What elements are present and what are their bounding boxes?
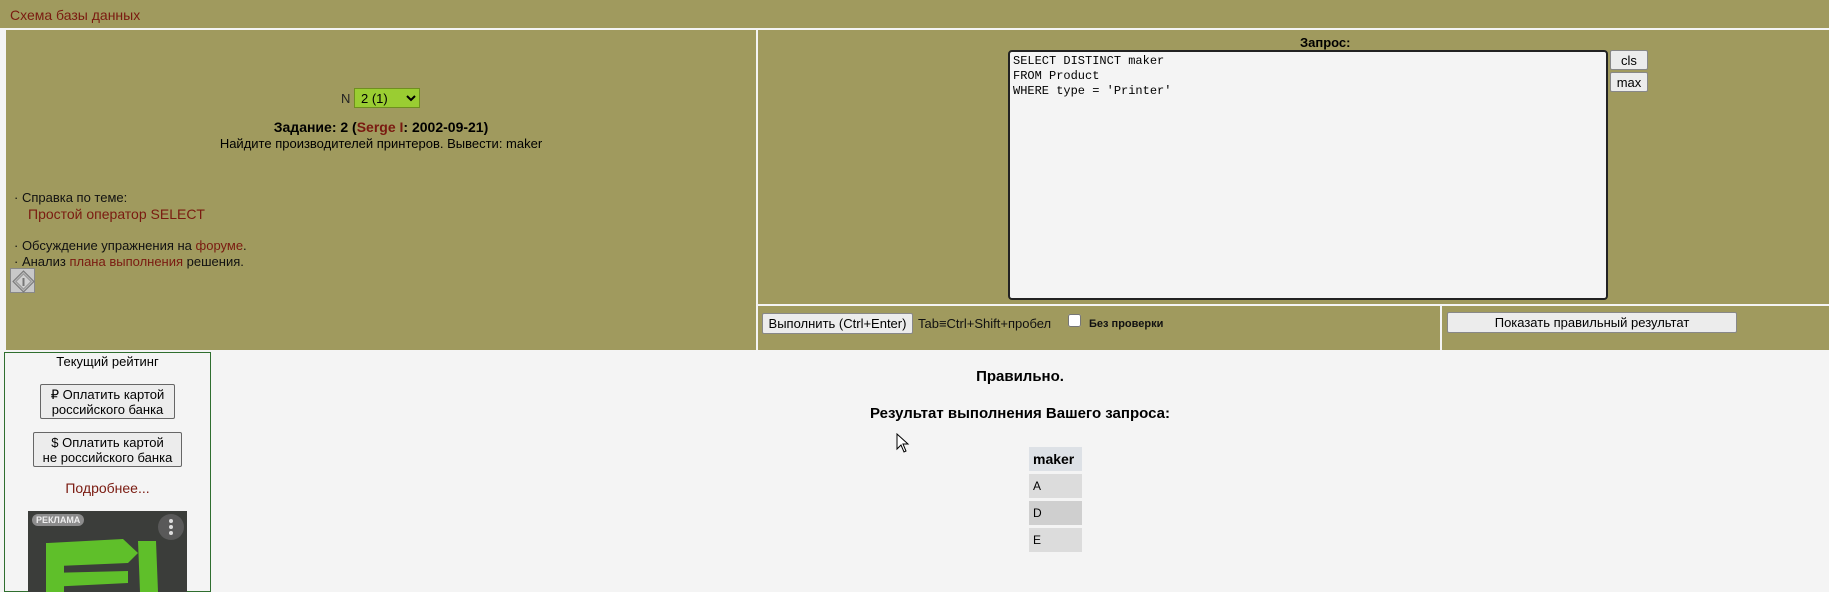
ad-badge: РЕКЛАМА [32, 514, 85, 526]
sql-query-editor[interactable]: SELECT DISTINCT maker FROM Product WHERE… [1008, 50, 1608, 300]
table-row: E [1029, 528, 1082, 552]
table-row: D [1029, 501, 1082, 525]
more-info-link[interactable]: Подробнее... [4, 480, 211, 496]
forum-link[interactable]: форуме [196, 238, 244, 253]
more-vertical-icon[interactable] [158, 514, 184, 540]
help-topic-link[interactable]: Простой оператор SELECT [28, 206, 205, 222]
table-row: A [1029, 474, 1082, 498]
no-check-checkbox[interactable] [1068, 314, 1081, 327]
clear-button[interactable]: cls [1610, 50, 1648, 70]
plan-link[interactable]: плана выполнения [69, 254, 183, 269]
table-cell: D [1029, 501, 1082, 525]
schema-link[interactable]: Схема базы данных [10, 7, 140, 23]
no-check-label: Без проверки [1089, 318, 1164, 330]
mouse-cursor-icon [896, 432, 910, 453]
tab-shortcut-hint: Tab≡Ctrl+Shift+пробел [918, 316, 1052, 331]
pay-russian-card-button[interactable]: ₽ Оплатить картой российского банка [40, 384, 175, 419]
result-title: Результат выполнения Вашего запроса: [870, 405, 1170, 422]
table-cell: E [1029, 528, 1082, 552]
table-cell: A [1029, 474, 1082, 498]
maximize-button[interactable]: max [1610, 72, 1648, 92]
show-correct-result-button[interactable]: Показать правильный результат [1447, 312, 1737, 333]
run-query-button[interactable]: Выполнить (Ctrl+Enter) [762, 313, 913, 334]
result-status: Правильно. [976, 368, 1064, 385]
author-link[interactable]: Serge I [357, 119, 404, 135]
task-title: Задание: 2 (Serge I: 2002-09-21) [273, 119, 489, 135]
help-label: · Справка по теме: [14, 190, 128, 205]
top-bar [0, 0, 1829, 28]
task-number-label: N [341, 91, 351, 106]
plan-line: · Анализ плана выполнения решения. [14, 254, 244, 269]
task-number-select[interactable]: 2 (1) [354, 88, 420, 108]
query-label: Запрос: [1300, 35, 1351, 50]
task-description: Найдите производителей принтеров. Вывест… [219, 136, 543, 151]
column-header-maker: maker [1029, 447, 1082, 471]
pay-foreign-card-button[interactable]: $ Оплатить картой не российского банка [33, 432, 182, 467]
result-table: maker ADE [1029, 444, 1082, 555]
rating-label: Текущий рейтинг [56, 354, 159, 369]
forum-line: · Обсуждение упражнения на форуме. [14, 238, 247, 253]
info-icon[interactable] [10, 268, 35, 293]
